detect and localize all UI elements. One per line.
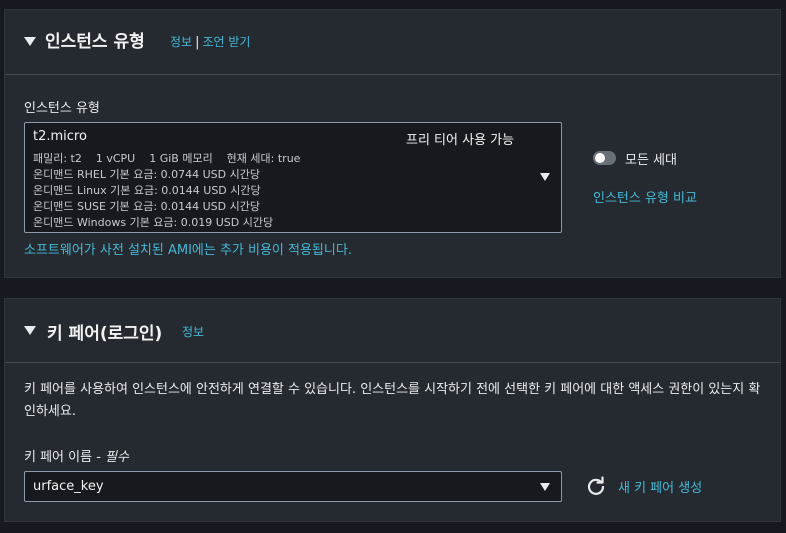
link-separator: | xyxy=(195,35,200,50)
key-pair-description: 키 페어를 사용하여 인스턴스에 안전하게 연결할 수 있습니다. 인스턴스를 … xyxy=(24,382,761,419)
key-pair-header: 키 페어(로그인) 정보 xyxy=(5,299,780,363)
collapse-caret-icon[interactable] xyxy=(24,326,36,335)
dropdown-arrow-icon[interactable] xyxy=(540,483,550,491)
create-key-pair-link[interactable]: 새 키 페어 생성 xyxy=(618,477,702,496)
instance-type-field-label: 인스턴스 유형 xyxy=(24,101,100,116)
refresh-icon[interactable] xyxy=(586,476,606,496)
toggle-knob xyxy=(595,153,605,163)
price-suse-line: 온디맨드 SUSE 기본 요금: 0.0144 USD 시간당 xyxy=(33,200,260,213)
info-link[interactable]: 정보 xyxy=(182,325,204,339)
key-pair-name-label-text: 키 페어 이름 - xyxy=(24,450,106,465)
info-link[interactable]: 정보 xyxy=(170,35,192,49)
ami-cost-note[interactable]: 소프트웨어가 사전 설치된 AMI에는 추가 비용이 적용됩니다. xyxy=(24,239,352,258)
dropdown-arrow-icon[interactable] xyxy=(540,173,550,181)
instance-family-line: 패밀리: t2 1 vCPU 1 GiB 메모리 현재 세대: true xyxy=(33,152,301,165)
key-pair-title[interactable]: 키 페어(로그인) xyxy=(47,319,162,344)
key-pair-select[interactable]: urface_key xyxy=(24,471,562,502)
advice-link[interactable]: 조언 받기 xyxy=(202,35,250,49)
compare-instance-types-link[interactable]: 인스턴스 유형 비교 xyxy=(593,187,697,206)
selected-key-value: urface_key xyxy=(33,479,104,494)
all-generations-label: 모든 세대 xyxy=(625,153,677,168)
instance-type-header-links: 정보 | 조언 받기 xyxy=(170,33,250,50)
collapse-caret-icon[interactable] xyxy=(24,37,36,46)
instance-name: t2.micro xyxy=(33,129,87,144)
instance-type-title[interactable]: 인스턴스 유형 xyxy=(45,27,145,52)
key-pair-header-links: 정보 xyxy=(182,323,204,340)
required-label: 필수 xyxy=(105,450,129,465)
price-rhel-line: 온디맨드 RHEL 기본 요금: 0.0744 USD 시간당 xyxy=(33,168,260,181)
price-windows-line: 온디맨드 Windows 기본 요금: 0.019 USD 시간당 xyxy=(33,216,274,229)
instance-type-select[interactable]: t2.micro 프리 티어 사용 가능 패밀리: t2 1 vCPU 1 Gi… xyxy=(24,122,562,233)
key-pair-name-label: 키 페어 이름 - 필수 xyxy=(24,446,129,465)
instance-type-panel: 인스턴스 유형 정보 | 조언 받기 인스턴스 유형 t2.micro 프리 티어 … xyxy=(4,9,781,278)
all-generations-toggle[interactable] xyxy=(593,151,616,165)
price-linux-line: 온디맨드 Linux 기본 요금: 0.0144 USD 시간당 xyxy=(33,184,261,197)
instance-type-header: 인스턴스 유형 정보 | 조언 받기 xyxy=(5,10,780,75)
key-pair-panel: 키 페어(로그인) 정보 키 페어를 사용하여 인스턴스에 안전하게 연결할 수… xyxy=(4,298,781,522)
free-tier-badge: 프리 티어 사용 가능 xyxy=(406,133,515,148)
